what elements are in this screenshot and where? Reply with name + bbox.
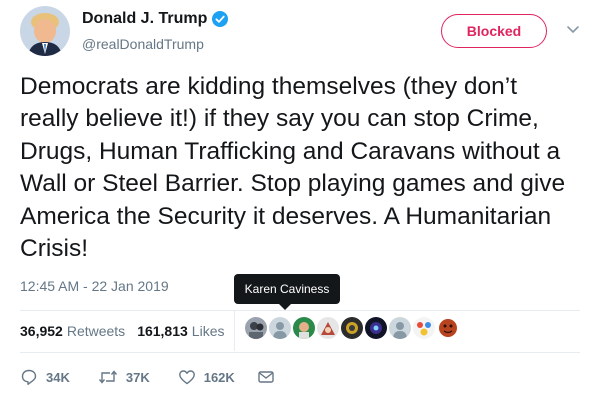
tweet-stats: 36,952 Retweets 161,813 Likes [20, 313, 224, 349]
liker-avatar[interactable] [437, 317, 459, 339]
author-handle[interactable]: @realDonaldTrump [82, 36, 204, 52]
likes-label: Likes [191, 323, 225, 339]
author-avatar[interactable] [20, 6, 70, 56]
author-name-text: Donald J. Trump [82, 10, 208, 27]
liker-avatar[interactable] [269, 317, 291, 339]
liker-avatar[interactable] [389, 317, 411, 339]
retweet-button[interactable]: 37K [98, 368, 150, 386]
retweets-count: 36,952 [20, 323, 63, 339]
liker-avatar[interactable] [341, 317, 363, 339]
reply-icon [21, 369, 37, 385]
divider-bottom [20, 352, 580, 353]
liker-avatar[interactable] [365, 317, 387, 339]
retweet-count: 37K [125, 369, 150, 385]
liker-name-tooltip: Karen Caviness [234, 274, 340, 304]
like-button[interactable]: 162K [178, 368, 235, 386]
likes-count: 161,813 [137, 323, 188, 339]
profile-photo-icon [20, 6, 70, 56]
user-avatar-icon [437, 317, 459, 339]
retweet-icon [98, 370, 117, 384]
liker-avatar[interactable] [317, 317, 339, 339]
chevron-down-icon[interactable] [566, 25, 580, 35]
default-avatar-icon [389, 317, 411, 339]
tweet-actions: 34K 37K 162K [20, 367, 275, 387]
divider-top [20, 310, 580, 311]
tweet-text: Democrats are kidding themselves (they d… [20, 73, 566, 263]
user-avatar-icon [413, 317, 435, 339]
likes-stat[interactable]: 161,813 Likes [137, 323, 224, 339]
user-avatar-icon [365, 317, 387, 339]
reply-count: 34K [46, 369, 70, 385]
liker-avatar[interactable] [293, 317, 315, 339]
like-count: 162K [203, 369, 235, 385]
user-avatar-icon [245, 317, 267, 339]
blocked-button[interactable]: Blocked [441, 14, 547, 48]
default-avatar-icon [269, 317, 291, 339]
heart-icon [178, 370, 195, 385]
author-display-name[interactable]: Donald J. Trump [82, 10, 229, 28]
liker-avatar[interactable] [413, 317, 435, 339]
liker-avatars [245, 317, 459, 339]
retweets-label: Retweets [66, 323, 126, 339]
liker-avatar[interactable] [245, 317, 267, 339]
verified-badge-icon [212, 11, 229, 27]
retweets-stat[interactable]: 36,952 Retweets [20, 323, 125, 339]
user-avatar-icon [341, 317, 363, 339]
stats-separator [234, 311, 235, 351]
reply-button[interactable]: 34K [20, 368, 70, 386]
tweet-timestamp[interactable]: 12:45 AM - 22 Jan 2019 [20, 278, 169, 294]
direct-message-button[interactable] [257, 368, 275, 386]
envelope-icon [258, 371, 274, 383]
user-avatar-icon [317, 317, 339, 339]
user-avatar-icon [293, 317, 315, 339]
